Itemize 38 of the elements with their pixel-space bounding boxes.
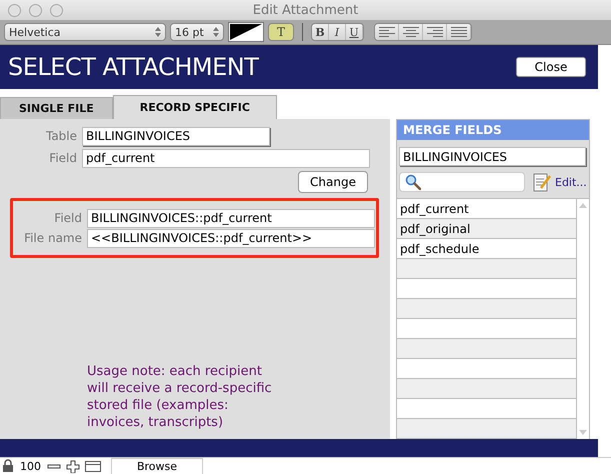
up-down-arrows-icon	[155, 27, 161, 37]
page-title: SELECT ATTACHMENT	[8, 53, 258, 81]
list-item[interactable]: pdf_current	[397, 199, 577, 219]
field-label: Table	[44, 129, 78, 143]
layout-icon[interactable]	[84, 459, 102, 473]
usage-note: Usage note: each recipient will receive a record-specific stored file (examples: invoices, transcripts)	[87, 363, 273, 431]
font-dropdown[interactable]: Helvetica	[4, 23, 166, 41]
list-item[interactable]: pdf_original	[397, 219, 577, 239]
search-icon	[405, 174, 421, 190]
lock-icon[interactable]	[1, 459, 15, 473]
input-field[interactable]: <<BILLINGINVOICES::pdf_current>>	[87, 228, 375, 248]
table-dropdown[interactable]: BILLINGINVOICES	[399, 147, 586, 166]
tab[interactable]: RECORD SPECIFIC	[112, 95, 277, 119]
tab[interactable]: SINGLE FILE	[0, 97, 113, 119]
zoom-level: 100	[19, 460, 42, 472]
close-button[interactable]: Close	[516, 57, 586, 77]
field-label: Field	[53, 211, 83, 225]
up-down-arrows-icon	[213, 27, 219, 37]
highlight-button[interactable]: T	[268, 23, 294, 41]
font-size-dropdown[interactable]: 16 pt	[170, 23, 224, 41]
text-style-button[interactable]: B	[312, 24, 329, 40]
window-title: Edit Attachment	[252, 2, 358, 18]
field-label: Field	[48, 151, 78, 165]
text-style-button[interactable]: I	[329, 24, 346, 40]
input-field[interactable]: pdf_current	[82, 148, 370, 168]
text-style-button[interactable]: U	[346, 24, 363, 40]
table-dropdown[interactable]: BILLINGINVOICES	[82, 126, 270, 146]
field-label: File name	[23, 231, 83, 245]
mode-field[interactable]: Browse	[111, 458, 203, 474]
color-swatch-icon[interactable]	[228, 22, 264, 42]
search-field[interactable]	[399, 172, 525, 192]
edit-link[interactable]: Edit...	[555, 176, 587, 188]
list-item[interactable]: pdf_schedule	[397, 239, 577, 259]
change-button[interactable]: Change	[298, 171, 368, 193]
panel-header: MERGE FIELDS	[397, 120, 589, 140]
notepad-pencil-icon[interactable]	[533, 172, 551, 192]
input-field[interactable]: BILLINGINVOICES::pdf_current	[87, 208, 375, 228]
zoom-in-icon[interactable]	[65, 459, 81, 473]
